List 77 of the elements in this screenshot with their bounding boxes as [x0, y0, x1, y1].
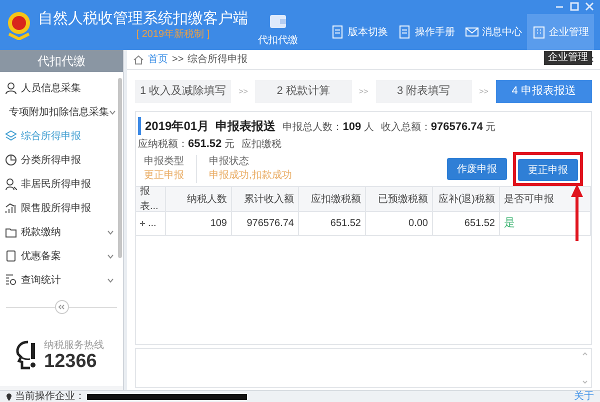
- document-icon: [398, 25, 412, 39]
- column-header[interactable]: 应补(退)税额: [433, 187, 500, 211]
- breadcrumb-separator: >>: [172, 53, 184, 67]
- document-icon: [331, 25, 345, 39]
- summary-title: 2019年01月 申报表报送: [138, 117, 276, 135]
- edition-label: [ 2019年新税制 ]: [136, 29, 210, 41]
- table-cell: 976576.74: [232, 212, 299, 235]
- wallet-icon: [269, 12, 287, 28]
- column-header[interactable]: 报表...: [136, 187, 166, 211]
- table-cell: 109: [166, 212, 232, 235]
- column-header[interactable]: 是否可申报: [500, 187, 591, 211]
- app-title: 自然人税收管理系统扣缴客户端: [38, 9, 248, 28]
- person-icon: [5, 82, 17, 94]
- action-button[interactable]: 更正申报: [518, 159, 578, 182]
- person-icon: [5, 178, 17, 190]
- field-label: 申报状态: [209, 155, 250, 169]
- home-icon: [133, 54, 144, 64]
- table-cell: 651.52: [433, 212, 500, 235]
- toolbar-button[interactable]: 版本切换: [326, 14, 393, 50]
- field-value: 更正申报: [144, 169, 184, 183]
- scrollbar[interactable]: [118, 78, 122, 258]
- tooltip: 企业管理: [544, 51, 592, 65]
- collapse-button[interactable]: [54, 300, 68, 314]
- table-cell: 是: [500, 212, 591, 235]
- summary-stat: 申报总人数：109 人: [282, 120, 374, 135]
- bar-chart-icon: [5, 202, 17, 214]
- emblem-icon: [6, 10, 32, 40]
- table-cell: ...: [136, 212, 166, 235]
- hotline-label: 纳税服务热线: [44, 340, 104, 352]
- envelope-icon: [465, 25, 479, 39]
- table-cell: 0.00: [366, 212, 433, 235]
- module-tab[interactable]: 代扣代缴: [258, 12, 298, 48]
- text-area[interactable]: [135, 348, 592, 388]
- sidebar-item[interactable]: 限售股所得申报: [0, 196, 116, 220]
- step-tab[interactable]: 2 税款计算: [255, 80, 352, 103]
- sidebar-item[interactable]: 查询统计: [0, 268, 116, 292]
- step-separator: >>: [358, 86, 370, 98]
- folder-icon: [5, 226, 17, 238]
- summary-stat: 收入总额：976576.74 元: [380, 120, 496, 135]
- summary-stat: 应纳税额：651.52 元: [138, 136, 234, 152]
- expand-icon: [140, 221, 145, 226]
- column-header[interactable]: 应扣缴税额: [299, 187, 366, 211]
- column-header[interactable]: 累计收入额: [232, 187, 299, 211]
- status-label: 当前操作企业：: [15, 390, 85, 402]
- field-value: 申报成功,扣款成功: [209, 169, 292, 183]
- sidebar-item[interactable]: 分类所得申报: [0, 148, 116, 172]
- toolbar-button[interactable]: 消息中心: [460, 14, 527, 50]
- step-tab[interactable]: 1 收入及减除填写: [135, 80, 232, 103]
- close-icon: [585, 2, 594, 11]
- summary-stat: 应扣缴税: [241, 138, 282, 152]
- maximize-icon: [570, 2, 579, 11]
- double-chevron-left-icon: [58, 304, 65, 310]
- step-tab[interactable]: 3 附表填写: [376, 80, 472, 103]
- sidebar-item[interactable]: 非居民所得申报: [0, 172, 116, 196]
- hotline-number: 12366: [44, 352, 98, 372]
- field-label: 申报类型: [144, 155, 184, 169]
- sidebar-item[interactable]: 优惠备案: [0, 244, 116, 268]
- pie-icon: [5, 154, 17, 166]
- sidebar-title: 代扣代缴: [0, 50, 123, 72]
- sidebar-item[interactable]: 专项附加扣除信息采集: [0, 100, 116, 124]
- step-separator: >>: [238, 86, 249, 98]
- step-tab[interactable]: 4 申报表报送: [496, 80, 592, 103]
- column-header[interactable]: 已预缴税额: [366, 187, 433, 211]
- search-icon: [5, 274, 17, 286]
- building-icon: [532, 25, 546, 39]
- action-button[interactable]: 作废申报: [447, 158, 507, 180]
- layers-icon: [5, 130, 17, 142]
- column-header[interactable]: 纳税人数: [166, 187, 232, 211]
- toolbar-button[interactable]: 操作手册: [393, 14, 460, 50]
- table-cell: 651.52: [299, 212, 366, 235]
- scroll-arrows-icon: [582, 351, 588, 385]
- document-icon: [5, 250, 17, 262]
- breadcrumb-current: 综合所得申报: [188, 52, 248, 67]
- sidebar-item[interactable]: 人员信息采集: [0, 76, 116, 100]
- step-separator: >>: [478, 86, 490, 98]
- sidebar-item[interactable]: 税款缴纳: [0, 220, 116, 244]
- location-pin-icon: [6, 392, 12, 400]
